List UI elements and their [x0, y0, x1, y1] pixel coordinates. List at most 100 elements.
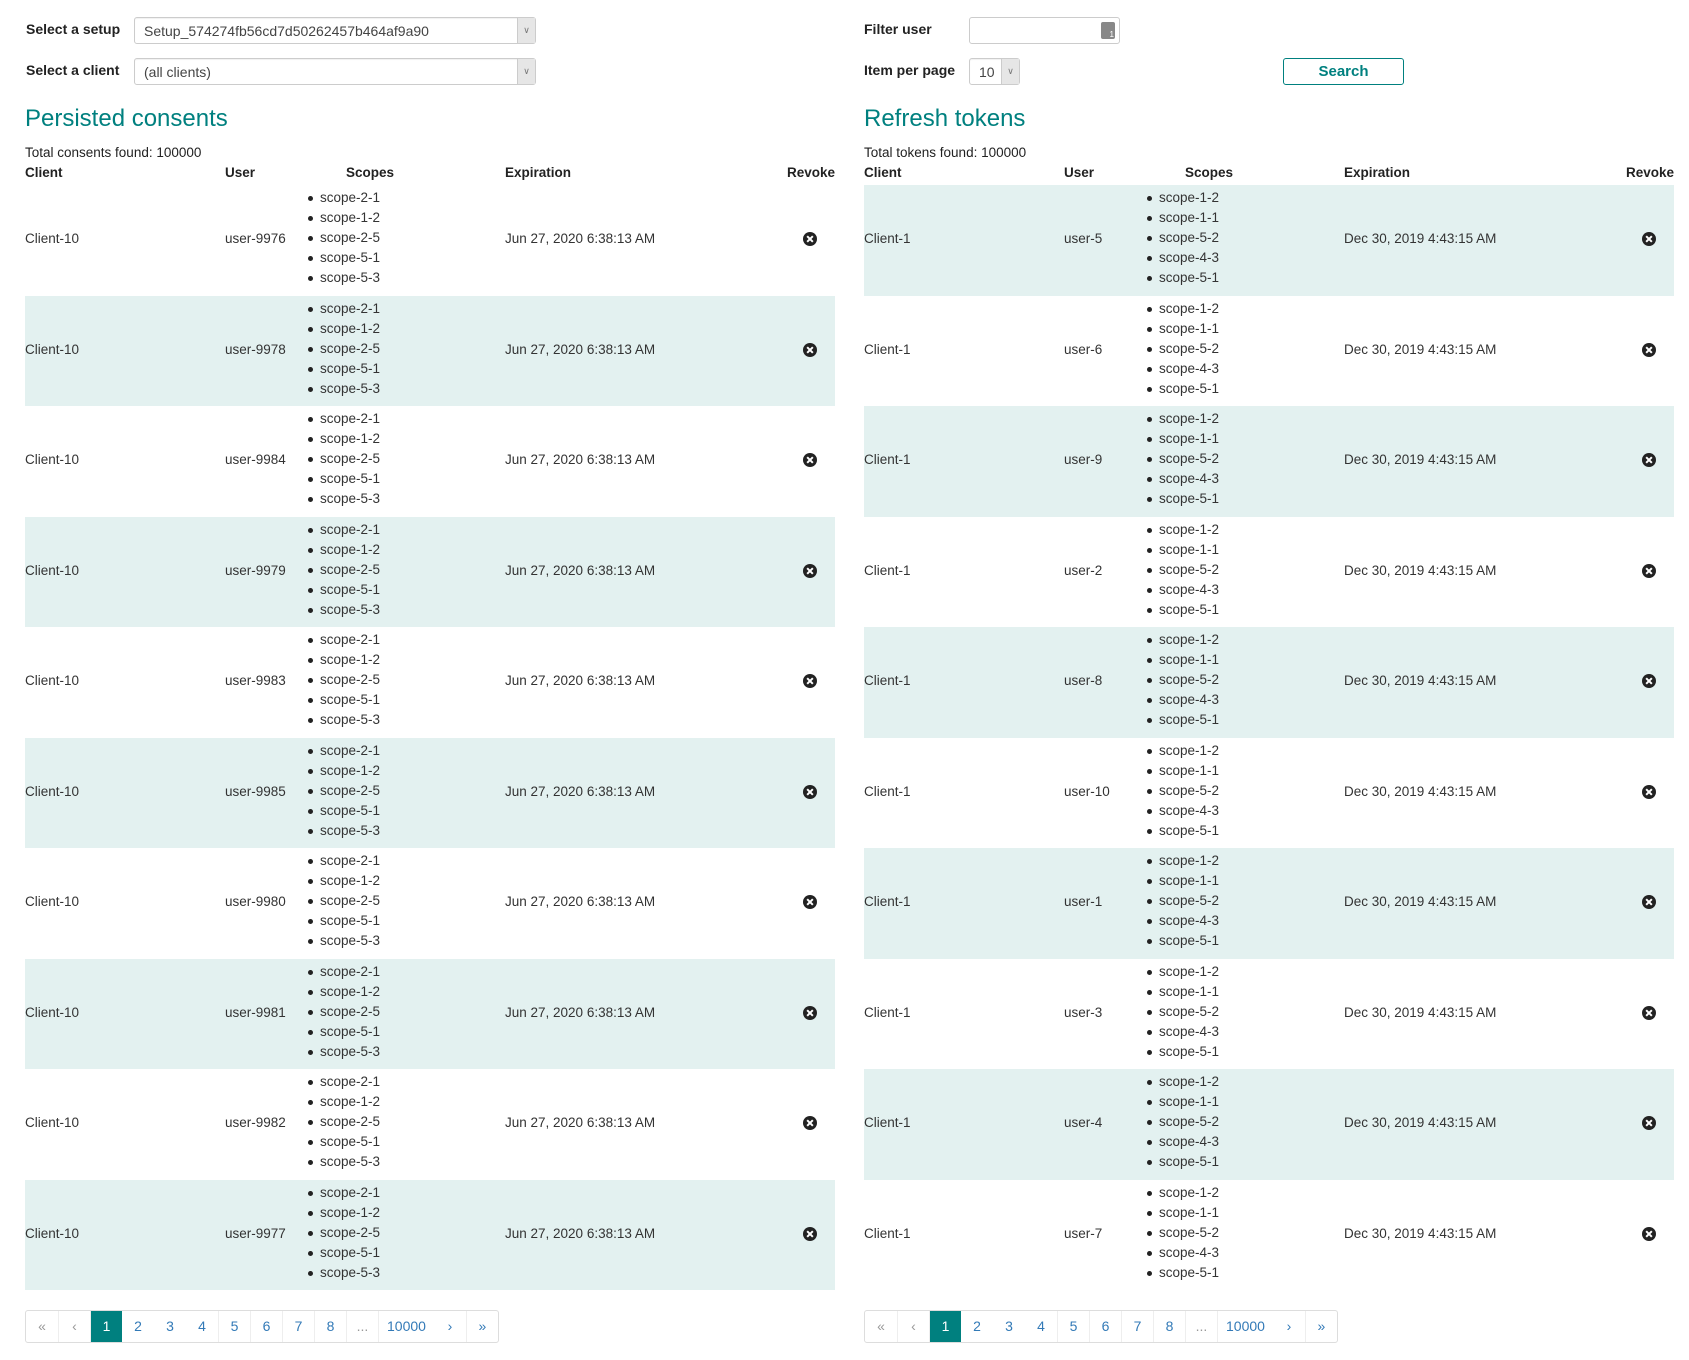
- page-button[interactable]: 6: [1089, 1311, 1121, 1342]
- page-ellipsis[interactable]: ...: [1185, 1311, 1217, 1342]
- revoke-icon[interactable]: [1642, 1116, 1656, 1130]
- item-per-page-select[interactable]: 10 ∨: [969, 58, 1020, 85]
- scope-item: scope-1-2: [308, 429, 380, 449]
- scopes-list: scope-2-1 scope-1-2 scope-2-5 scope-5-1 scop…: [308, 741, 380, 841]
- scopes-list: scope-1-2 scope-1-1 scope-5-2 scope-4-3 scop…: [1147, 409, 1219, 509]
- autofill-icon[interactable]: 1: [1101, 22, 1115, 39]
- page-button[interactable]: 5: [218, 1311, 250, 1342]
- page-button[interactable]: 10000: [1217, 1311, 1273, 1342]
- scope-item: scope-2-5: [308, 891, 380, 911]
- page-button[interactable]: 6: [250, 1311, 282, 1342]
- revoke-icon[interactable]: [1642, 453, 1656, 467]
- revoke-icon[interactable]: [803, 784, 817, 799]
- scope-item: scope-5-1: [308, 1022, 380, 1042]
- scope-item: scope-1-2: [308, 1203, 380, 1223]
- scopes-list: scope-1-2 scope-1-1 scope-5-2 scope-4-3 scop…: [1147, 299, 1219, 399]
- revoke-icon[interactable]: [803, 342, 817, 357]
- client-cell: Client-1: [864, 562, 911, 578]
- revoke-icon[interactable]: [1642, 784, 1656, 799]
- page-button[interactable]: 3: [993, 1311, 1025, 1342]
- page-button[interactable]: 2: [961, 1311, 993, 1342]
- revoke-icon[interactable]: [803, 1226, 817, 1241]
- revoke-icon[interactable]: [803, 232, 817, 246]
- page-next-button[interactable]: ›: [434, 1311, 466, 1342]
- page-button[interactable]: 4: [186, 1311, 218, 1342]
- page-last-button[interactable]: »: [465, 1311, 498, 1342]
- revoke-icon[interactable]: [1642, 895, 1656, 909]
- user-cell: user-2: [1064, 562, 1103, 578]
- table-row: Client-1 user-4 scope-1-2 scope-1-1 scope-5-…: [864, 1069, 1674, 1180]
- revoke-icon[interactable]: [1642, 674, 1656, 688]
- user-cell: user-7: [1064, 1225, 1103, 1241]
- scope-item: scope-5-1: [1147, 379, 1219, 399]
- expiration-cell: Jun 27, 2020 6:38:13 AM: [505, 1115, 656, 1130]
- scope-item: scope-1-1: [1147, 1092, 1219, 1112]
- page-button[interactable]: 3: [154, 1311, 186, 1342]
- page-first-button[interactable]: «: [865, 1311, 897, 1342]
- scope-item: scope-1-2: [1147, 520, 1219, 540]
- expiration-cell: Dec 30, 2019 4:43:15 AM: [1344, 231, 1497, 246]
- scope-item: scope-2-5: [308, 449, 380, 469]
- table-row: Client-1 user-10 scope-1-2 scope-1-1 scope-5…: [864, 738, 1674, 849]
- table-row: Client-10 user-9981 scope-2-1 scope-1-2 scop…: [25, 958, 835, 1069]
- page-button[interactable]: 5: [1057, 1311, 1089, 1342]
- revoke-icon[interactable]: [803, 895, 817, 909]
- user-cell: user-5: [1064, 231, 1103, 246]
- scope-item: scope-1-1: [1147, 871, 1219, 891]
- scope-item: scope-1-2: [1147, 741, 1219, 761]
- revoke-icon[interactable]: [1642, 1226, 1656, 1241]
- page-button[interactable]: 8: [314, 1311, 346, 1342]
- page-last-button[interactable]: »: [1304, 1311, 1337, 1342]
- page-button[interactable]: 7: [282, 1311, 314, 1342]
- page-prev-button[interactable]: ‹: [58, 1311, 90, 1342]
- revoke-icon[interactable]: [1642, 342, 1656, 357]
- expiration-cell: Jun 27, 2020 6:38:13 AM: [505, 894, 656, 909]
- page-first-button[interactable]: «: [26, 1311, 58, 1342]
- scope-item: scope-4-3: [1147, 580, 1219, 600]
- page-button[interactable]: 10000: [378, 1311, 434, 1342]
- scope-item: scope-5-2: [1147, 781, 1219, 801]
- table-row: Client-10 user-9982 scope-2-1 scope-1-2 scop…: [25, 1069, 835, 1180]
- table-header: Client User Scopes Expiration Revoke: [864, 165, 1674, 185]
- scope-item: scope-1-2: [308, 982, 380, 1002]
- client-cell: Client-1: [864, 783, 911, 799]
- scope-item: scope-5-1: [308, 248, 380, 268]
- page-button[interactable]: 2: [122, 1311, 154, 1342]
- revoke-icon[interactable]: [803, 1005, 817, 1020]
- revoke-icon[interactable]: [1642, 232, 1656, 246]
- client-select[interactable]: (all clients) ∨: [134, 58, 536, 85]
- revoke-icon[interactable]: [803, 674, 817, 688]
- table-row: Client-1 user-7 scope-1-2 scope-1-1 scope-5-…: [864, 1180, 1674, 1291]
- scope-item: scope-5-1: [308, 801, 380, 821]
- header-user: User: [225, 165, 256, 180]
- revoke-icon[interactable]: [803, 563, 817, 578]
- page-button[interactable]: 1: [929, 1311, 961, 1342]
- scopes-list: scope-1-2 scope-1-1 scope-5-2 scope-4-3 scop…: [1147, 1183, 1219, 1283]
- tokens-title: Refresh tokens: [864, 105, 1026, 132]
- search-button[interactable]: Search: [1283, 58, 1404, 85]
- page-next-button[interactable]: ›: [1273, 1311, 1305, 1342]
- setup-select[interactable]: Setup_574274fb56cd7d50262457b464af9a90 ∨: [134, 17, 536, 44]
- scope-item: scope-2-5: [308, 670, 380, 690]
- scope-item: scope-5-3: [308, 1042, 380, 1062]
- filter-user-input[interactable]: 1: [969, 17, 1120, 44]
- header-expiration: Expiration: [1344, 165, 1411, 180]
- page-ellipsis[interactable]: ...: [346, 1311, 378, 1342]
- revoke-icon[interactable]: [1642, 1005, 1656, 1020]
- revoke-icon[interactable]: [1642, 563, 1656, 578]
- page-prev-button[interactable]: ‹: [897, 1311, 929, 1342]
- scope-item: scope-5-3: [308, 379, 380, 399]
- page-button[interactable]: 8: [1153, 1311, 1185, 1342]
- page-button[interactable]: 7: [1121, 1311, 1153, 1342]
- scope-item: scope-5-2: [1147, 228, 1219, 248]
- page-button[interactable]: 4: [1025, 1311, 1057, 1342]
- expiration-cell: Jun 27, 2020 6:38:13 AM: [505, 783, 656, 799]
- revoke-icon[interactable]: [803, 453, 817, 467]
- table-row: Client-10 user-9979 scope-2-1 scope-1-2 scop…: [25, 516, 835, 627]
- page-button[interactable]: 1: [90, 1311, 122, 1342]
- consents-title: Persisted consents: [25, 105, 228, 132]
- user-cell: user-9983: [225, 673, 286, 688]
- scope-item: scope-5-1: [308, 911, 380, 931]
- revoke-icon[interactable]: [803, 1116, 817, 1130]
- scope-item: scope-1-1: [1147, 982, 1219, 1002]
